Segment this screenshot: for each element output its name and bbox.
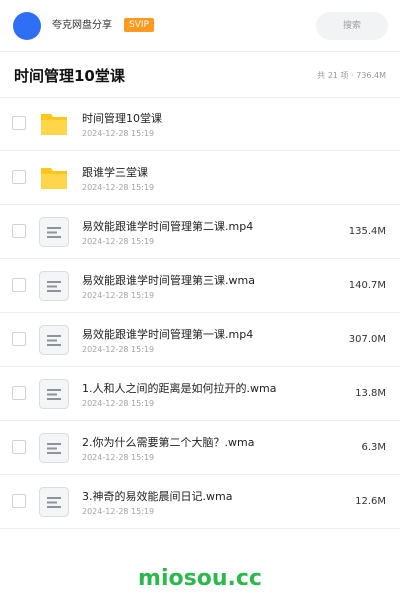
list-item[interactable]: 易效能跟谁学时间管理第二课.mp4 2024-12-28 15:19 135.4… (0, 205, 400, 259)
select-checkbox[interactable] (12, 440, 26, 454)
item-date: 2024-12-28 15:19 (82, 183, 155, 192)
file-icon (39, 325, 69, 355)
page-title: 时间管理10堂课 (14, 67, 125, 85)
item-size: 12.6M (355, 496, 386, 507)
item-name: 易效能跟谁学时间管理第二课.mp4 (82, 220, 254, 233)
file-icon (39, 487, 69, 517)
folder-icon (41, 168, 67, 189)
select-checkbox[interactable] (12, 332, 26, 346)
select-checkbox[interactable] (12, 494, 26, 508)
list-item[interactable]: 3.神奇的易效能晨间日记.wma 2024-12-28 15:19 12.6M (0, 475, 400, 529)
item-name: 3.神奇的易效能晨间日记.wma (82, 490, 233, 503)
file-icon (39, 217, 69, 247)
list-item[interactable]: 易效能跟谁学时间管理第一课.mp4 2024-12-28 15:19 307.0… (0, 313, 400, 367)
item-name: 2.你为什么需要第二个大脑？.wma (82, 436, 255, 449)
file-icon (39, 271, 69, 301)
avatar[interactable] (13, 12, 41, 40)
share-owner-name: 夸克网盘分享 (52, 20, 112, 31)
item-size: 307.0M (348, 334, 386, 345)
item-date: 2024-12-28 15:19 (82, 129, 155, 138)
item-name: 易效能跟谁学时间管理第三课.wma (82, 274, 255, 287)
file-list: 时间管理10堂课 2024-12-28 15:19 跟谁学三堂课 2024-12… (0, 97, 400, 529)
list-item[interactable]: 1.人和人之间的距离是如何拉开的.wma 2024-12-28 15:19 13… (0, 367, 400, 421)
select-checkbox[interactable] (12, 116, 26, 130)
item-date: 2024-12-28 15:19 (82, 453, 155, 462)
item-size: 135.4M (348, 226, 386, 237)
site-watermark: miosou.cc (138, 566, 262, 591)
select-checkbox[interactable] (12, 278, 26, 292)
item-date: 2024-12-28 15:19 (82, 291, 155, 300)
folder-header: 时间管理10堂课 共 21 项 · 736.4M (0, 52, 400, 98)
file-icon (39, 433, 69, 463)
search-input[interactable]: 搜索 (316, 12, 388, 40)
folder-stats: 共 21 项 · 736.4M (317, 71, 386, 80)
list-item[interactable]: 跟谁学三堂课 2024-12-28 15:19 (0, 151, 400, 205)
item-date: 2024-12-28 15:19 (82, 345, 155, 354)
item-date: 2024-12-28 15:19 (82, 237, 155, 246)
list-item[interactable]: 易效能跟谁学时间管理第三课.wma 2024-12-28 15:19 140.7… (0, 259, 400, 313)
top-bar: 夸克网盘分享 SVIP 搜索 (0, 0, 400, 52)
file-icon (39, 379, 69, 409)
item-name: 跟谁学三堂课 (82, 166, 148, 179)
item-name: 1.人和人之间的距离是如何拉开的.wma (82, 382, 277, 395)
item-date: 2024-12-28 15:19 (82, 399, 155, 408)
folder-icon (41, 114, 67, 135)
list-item[interactable]: 2.你为什么需要第二个大脑？.wma 2024-12-28 15:19 6.3M (0, 421, 400, 475)
item-name: 时间管理10堂课 (82, 112, 162, 125)
select-checkbox[interactable] (12, 224, 26, 238)
select-checkbox[interactable] (12, 170, 26, 184)
svip-badge: SVIP (124, 18, 154, 32)
item-size: 140.7M (348, 280, 386, 291)
list-item[interactable]: 时间管理10堂课 2024-12-28 15:19 (0, 97, 400, 151)
item-size: 6.3M (361, 442, 386, 453)
item-date: 2024-12-28 15:19 (82, 507, 155, 516)
item-name: 易效能跟谁学时间管理第一课.mp4 (82, 328, 254, 341)
item-size: 13.8M (355, 388, 386, 399)
select-checkbox[interactable] (12, 386, 26, 400)
